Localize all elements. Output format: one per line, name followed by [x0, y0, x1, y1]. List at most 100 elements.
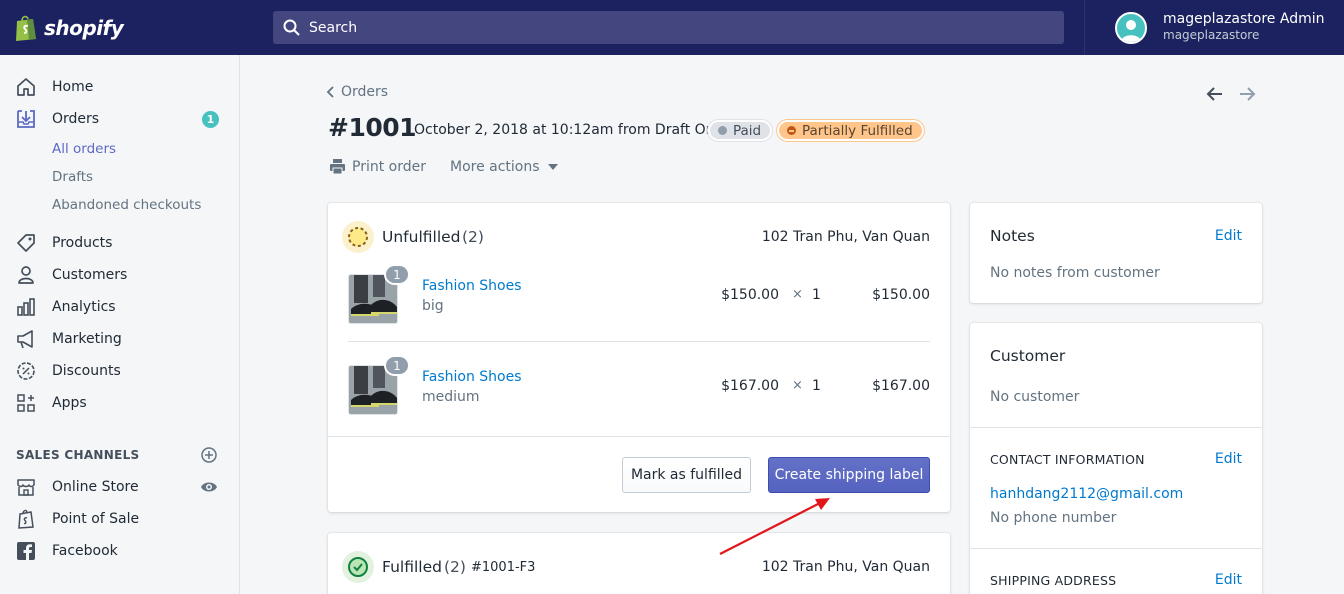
times-symbol: × — [792, 378, 803, 393]
orders-count-badge: 1 — [202, 111, 219, 128]
fulfilled-title: Fulfilled — [382, 558, 442, 576]
unfulfilled-count: (2) — [462, 228, 484, 246]
edit-shipping-link[interactable]: Edit — [1215, 572, 1242, 588]
sidebar-item-label: Marketing — [52, 331, 122, 347]
product-variant: big — [422, 298, 444, 314]
fulfilled-status-icon — [342, 551, 374, 583]
back-to-orders-link[interactable]: Orders — [326, 84, 388, 100]
more-actions-dropdown[interactable]: More actions — [450, 159, 558, 175]
sidebar-item-orders[interactable]: Orders 1 — [0, 105, 239, 133]
quantity: 1 — [812, 287, 821, 303]
notes-card: Notes Edit No notes from customer — [970, 203, 1262, 303]
sales-channels-header: SALES CHANNELS — [16, 448, 140, 462]
sidebar-item-label: Discounts — [52, 363, 121, 379]
divider — [970, 427, 1262, 428]
sidebar-item-label: Products — [52, 235, 113, 251]
sidebar-item-label: Analytics — [52, 299, 116, 315]
shopify-logo[interactable]: shopify — [14, 12, 124, 44]
fulfillment-reference: #1001-F3 — [471, 560, 536, 575]
bar-chart-icon — [15, 296, 37, 318]
pos-icon — [15, 508, 37, 530]
fulfilled-count: (2) — [444, 558, 466, 576]
product-link[interactable]: Fashion Shoes — [422, 369, 522, 385]
sidebar-item-customers[interactable]: Customers — [0, 261, 239, 289]
tag-icon — [15, 232, 37, 254]
customer-phone: No phone number — [990, 510, 1117, 526]
line-total: $167.00 — [872, 378, 930, 394]
unfulfilled-title: Unfulfilled — [382, 228, 461, 246]
line-total: $150.00 — [872, 287, 930, 303]
unit-price: $167.00 — [721, 378, 779, 394]
product-link[interactable]: Fashion Shoes — [422, 278, 522, 294]
payment-status-text: Paid — [733, 122, 762, 139]
notes-title: Notes — [990, 227, 1035, 245]
fulfilled-location: 102 Tran Phu, Van Quan — [761, 559, 930, 575]
facebook-icon — [15, 540, 37, 562]
next-order-arrow-icon[interactable] — [1237, 84, 1257, 108]
edit-contact-link[interactable]: Edit — [1215, 451, 1242, 467]
sidebar-item-label: Apps — [52, 395, 87, 411]
sidebar-item-label: Customers — [52, 267, 128, 283]
sidebar-item-facebook[interactable]: Facebook — [0, 537, 239, 565]
quantity: 1 — [812, 378, 821, 394]
sidebar-item-label: Orders — [52, 111, 100, 127]
sidebar-item-apps[interactable]: Apps — [0, 389, 239, 417]
customer-card: Customer No customer CONTACT INFORMATION… — [970, 323, 1262, 594]
brand-name: shopify — [44, 16, 124, 40]
sidebar-item-marketing[interactable]: Marketing — [0, 325, 239, 353]
search-input[interactable]: Search — [309, 20, 357, 36]
search-bar[interactable]: Search — [273, 11, 1064, 44]
sidebar-item-online-store[interactable]: Online Store — [0, 473, 239, 501]
account-menu[interactable]: mageplazastore Admin mageplazastore — [1084, 0, 1344, 55]
customer-email-link[interactable]: hanhdang2112@gmail.com — [990, 486, 1183, 502]
product-variant: medium — [422, 389, 480, 405]
sidebar-item-products[interactable]: Products — [0, 229, 239, 257]
view-store-eye-icon[interactable] — [200, 478, 218, 500]
store-icon — [15, 476, 37, 498]
sidebar-item-discounts[interactable]: Discounts — [0, 357, 239, 385]
fulfillment-status-text: Partially Fulfilled — [802, 122, 913, 139]
fulfilled-card: Fulfilled (2) #1001-F3 102 Tran Phu, Van… — [328, 533, 950, 594]
more-actions-label: More actions — [450, 158, 540, 175]
account-name: mageplazastore Admin — [1163, 11, 1325, 27]
sidebar-subitem-all-orders[interactable]: All orders — [52, 141, 116, 157]
previous-order-arrow-icon[interactable] — [1205, 84, 1225, 108]
notes-text: No notes from customer — [990, 265, 1160, 281]
discount-icon — [15, 360, 37, 382]
order-date: October 2, 2018 at 10:12am from Draft Or… — [414, 122, 742, 138]
top-bar: shopify Search mageplazastore Admin mage… — [0, 0, 1344, 55]
shipping-address-header: SHIPPING ADDRESS — [990, 573, 1117, 588]
sidebar-item-label: Facebook — [52, 543, 118, 559]
sidebar-subitem-abandoned-checkouts[interactable]: Abandoned checkouts — [52, 197, 201, 213]
partial-status-icon — [787, 126, 796, 135]
shopify-bag-icon — [14, 14, 38, 42]
customer-title: Customer — [990, 347, 1066, 365]
caret-down-icon — [547, 163, 558, 170]
megaphone-icon — [15, 328, 37, 350]
mark-as-fulfilled-button[interactable]: Mark as fulfilled — [622, 457, 751, 493]
add-channel-icon[interactable] — [200, 446, 218, 468]
divider — [348, 341, 930, 342]
apps-icon — [15, 392, 37, 414]
sidebar-item-point-of-sale[interactable]: Point of Sale — [0, 505, 239, 533]
fulfillment-status-badge: Partially Fulfilled — [777, 120, 924, 141]
sidebar-subitem-drafts[interactable]: Drafts — [52, 169, 93, 185]
chevron-left-icon — [326, 86, 334, 98]
create-shipping-label-button[interactable]: Create shipping label — [768, 457, 930, 493]
sidebar-item-label: Home — [52, 79, 94, 95]
sidebar-item-analytics[interactable]: Analytics — [0, 293, 239, 321]
printer-icon — [330, 159, 345, 175]
search-icon — [283, 19, 300, 36]
orders-icon — [15, 108, 37, 130]
back-label: Orders — [341, 84, 389, 100]
print-order-button[interactable]: Print order — [329, 158, 426, 175]
sidebar-item-label: Online Store — [52, 479, 139, 495]
line-item: 1 Fashion Shoes big $150.00 × 1 $150.00 — [348, 264, 930, 334]
divider — [328, 436, 950, 437]
divider — [970, 548, 1262, 549]
sidebar-item-home[interactable]: Home — [0, 73, 239, 101]
order-actions: Print order More actions — [329, 158, 558, 175]
edit-notes-link[interactable]: Edit — [1215, 228, 1242, 244]
sidebar: Home Orders 1 All orders Drafts Abandone… — [0, 55, 240, 594]
avatar[interactable] — [1115, 12, 1147, 44]
